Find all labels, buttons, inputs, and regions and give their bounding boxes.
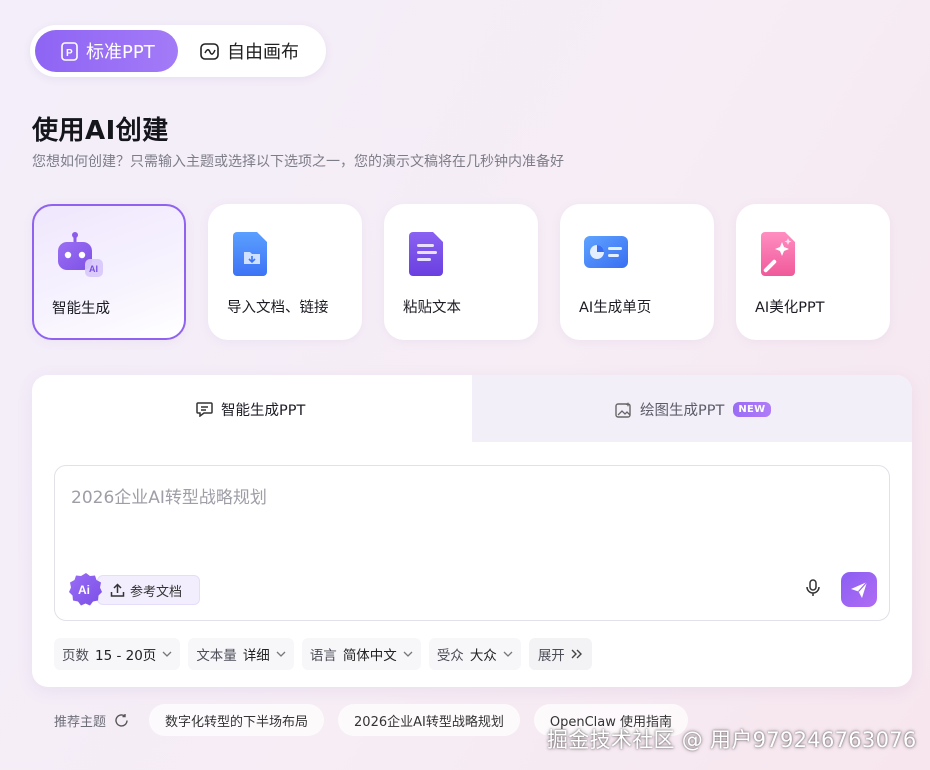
- card-label: 粘贴文本: [403, 300, 461, 316]
- chevron-down-icon: [403, 651, 413, 657]
- paste-text-icon: [406, 228, 456, 278]
- card-import-doc[interactable]: 导入文档、链接: [208, 204, 362, 340]
- reference-doc-button[interactable]: 参考文档: [97, 575, 200, 605]
- language-value: 简体中文: [342, 648, 397, 664]
- card-paste-text[interactable]: 粘贴文本: [384, 204, 538, 340]
- topic-chip[interactable]: 数字化转型的下半场布局: [149, 704, 325, 736]
- tab-drawing-label: 绘图生成PPT: [640, 403, 725, 419]
- text-amount-label: 文本量: [196, 648, 237, 664]
- send-icon: [851, 581, 868, 598]
- topic-chip[interactable]: 2026企业AI转型战略规划: [338, 704, 520, 736]
- import-doc-icon: [230, 228, 280, 278]
- tab-smart-label: 智能生成PPT: [221, 403, 306, 419]
- new-badge: NEW: [733, 402, 771, 417]
- ai-badge-text: Ai: [78, 583, 90, 597]
- page-title: 使用AI创建: [32, 116, 169, 146]
- image-gen-icon: [615, 401, 632, 418]
- card-label: 导入文档、链接: [227, 300, 329, 316]
- recommended-label: 推荐主题: [54, 714, 107, 730]
- text-amount-value: 详细: [242, 648, 270, 664]
- expand-label: 展开: [537, 648, 565, 664]
- standard-ppt-label: 标准PPT: [86, 42, 155, 63]
- watermark: 掘金技术社区 @ 用户979246763076: [547, 728, 917, 752]
- send-button[interactable]: [841, 572, 877, 607]
- language-select[interactable]: 语言 简体中文: [301, 638, 421, 670]
- pages-label: 页数: [62, 648, 89, 664]
- free-canvas-label: 自由画布: [227, 42, 299, 63]
- card-label: 智能生成: [52, 301, 110, 317]
- generate-panel: 智能生成PPT 绘图生成PPT NEW 2026企业AI转型战略规划 参考文档 …: [32, 375, 912, 687]
- card-ai-beautify[interactable]: AI美化PPT: [736, 204, 890, 340]
- reference-doc-label: 参考文档: [130, 584, 183, 600]
- single-page-icon: [582, 228, 632, 278]
- beautify-icon: [758, 228, 808, 278]
- pages-value: 15 - 20页: [95, 648, 157, 664]
- page-subtitle: 您想如何创建？只需输入主题或选择以下选项之一，您的演示文稿将在几秒钟内准备好: [32, 154, 564, 170]
- upload-icon: [110, 582, 125, 598]
- free-canvas-tab[interactable]: 自由画布: [178, 30, 299, 72]
- card-ai-single-page[interactable]: AI生成单页: [560, 204, 714, 340]
- ai-assistant-icon[interactable]: Ai: [69, 572, 103, 606]
- microphone-icon[interactable]: [805, 579, 821, 601]
- mode-switch: P 标准PPT 自由画布: [30, 25, 326, 77]
- card-label: AI生成单页: [579, 300, 652, 316]
- topic-input-box[interactable]: 2026企业AI转型战略规划 参考文档 Ai: [54, 465, 890, 621]
- standard-ppt-tab[interactable]: P 标准PPT: [35, 30, 178, 72]
- card-label: AI美化PPT: [755, 300, 825, 316]
- audience-value: 大众: [469, 648, 497, 664]
- tab-smart-generate-ppt[interactable]: 智能生成PPT: [196, 399, 305, 420]
- card-smart-generate[interactable]: AI 智能生成: [32, 204, 186, 340]
- tab-drawing-generate-ppt[interactable]: 绘图生成PPT NEW: [615, 399, 771, 420]
- chevron-down-icon: [162, 651, 172, 657]
- text-amount-select[interactable]: 文本量 详细: [188, 638, 294, 670]
- audience-label: 受众: [436, 648, 464, 664]
- svg-text:P: P: [66, 48, 73, 59]
- chevron-down-icon: [503, 651, 513, 657]
- pages-select[interactable]: 页数 15 - 20页: [54, 638, 181, 670]
- double-chevron-right-icon: [571, 649, 583, 659]
- svg-text:AI: AI: [89, 264, 98, 274]
- audience-select[interactable]: 受众 大众: [428, 638, 521, 670]
- refresh-icon[interactable]: [114, 713, 129, 728]
- topic-input[interactable]: 2026企业AI转型战略规划: [71, 483, 267, 508]
- ppt-icon: P: [61, 41, 78, 61]
- recommended-label-group: 推荐主题: [54, 711, 129, 730]
- canvas-icon: [200, 42, 219, 60]
- expand-options-button[interactable]: 展开: [528, 638, 592, 670]
- options-row: 页数 15 - 20页 文本量 详细 语言 简体中文 受众 大众 展开: [54, 638, 600, 670]
- chat-icon: [196, 402, 213, 417]
- chevron-down-icon: [276, 651, 286, 657]
- robot-icon: AI: [56, 230, 106, 280]
- language-label: 语言: [309, 648, 337, 664]
